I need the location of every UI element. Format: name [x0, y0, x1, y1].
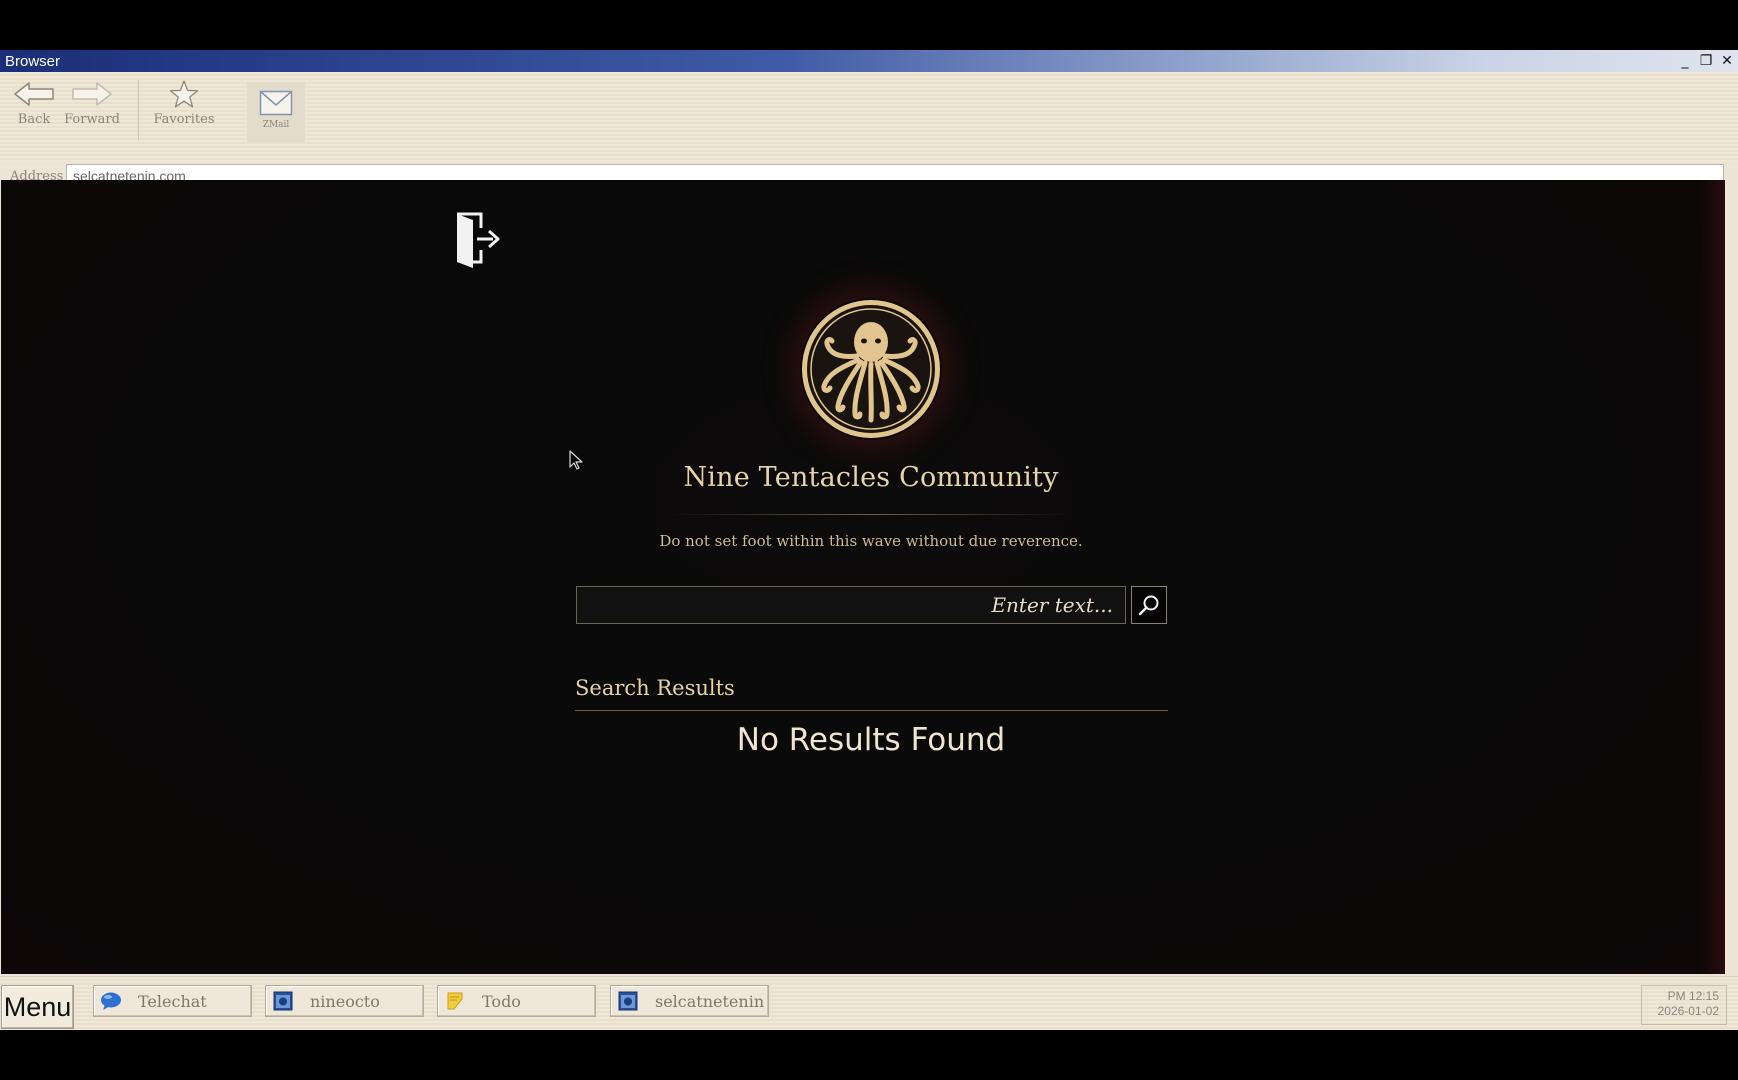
taskbar-item-telechat[interactable]: Telechat [93, 985, 252, 1017]
site-title: Nine Tentacles Community [683, 462, 1059, 493]
toolbar-separator [138, 80, 139, 140]
search-icon [1138, 595, 1159, 616]
browser-window-icon [272, 990, 294, 1012]
octopus-logo-icon [802, 300, 940, 438]
browser-window-icon [617, 990, 639, 1012]
close-button[interactable]: ✕ [1718, 52, 1736, 70]
search-button[interactable] [1131, 586, 1167, 624]
clock-date: 2026-01-02 [1657, 1004, 1719, 1018]
title-divider [671, 514, 1071, 515]
zmail-button[interactable]: ZMail [247, 82, 305, 142]
browser-window: Browser _ ❐ ✕ Back Forward Favorites ZMa… [0, 50, 1738, 1030]
screen-bottom-border [0, 1030, 1738, 1080]
window-right-edge [1725, 180, 1738, 974]
logout-button[interactable] [451, 210, 503, 272]
forward-label: Forward [64, 112, 120, 127]
search-results-heading: Search Results [575, 676, 735, 700]
search-input[interactable] [576, 586, 1126, 624]
taskbar-item-label: Telechat [138, 991, 207, 1011]
mouse-cursor [569, 450, 585, 474]
mail-envelope-icon [259, 90, 293, 116]
screen-top-border [0, 0, 1738, 50]
pointer-arrow-icon [569, 450, 583, 470]
taskbar-item-nineocto[interactable]: nineocto [265, 985, 424, 1017]
zmail-label: ZMail [262, 120, 290, 130]
restore-button[interactable]: ❐ [1697, 52, 1715, 70]
community-emblem [800, 298, 942, 440]
results-divider [575, 710, 1168, 711]
note-icon [444, 990, 466, 1012]
star-icon [169, 80, 199, 108]
taskbar-item-selcatnetenin[interactable]: selcatnetenin [610, 985, 769, 1017]
back-label: Back [17, 112, 51, 127]
web-page-content: Nine Tentacles Community Do not set foot… [1, 180, 1725, 974]
taskbar: Menu Telechat nineocto Todo selcatneteni… [0, 976, 1738, 1030]
forward-arrow-icon [72, 82, 112, 106]
site-tagline: Do not set foot within this wave without… [659, 532, 1083, 550]
clock-time: PM 12:15 [1667, 989, 1719, 1003]
taskbar-item-label: Todo [482, 991, 521, 1011]
logout-door-icon [457, 212, 500, 268]
favorites-button[interactable]: Favorites [153, 80, 215, 140]
taskbar-item-label: selcatnetenin [655, 991, 765, 1011]
back-arrow-icon [14, 82, 54, 106]
taskbar-item-todo[interactable]: Todo [437, 985, 596, 1017]
no-results-message: No Results Found [736, 722, 1006, 758]
favorites-label: Favorites [153, 112, 215, 127]
system-clock[interactable]: PM 12:15 2026-01-02 [1641, 985, 1727, 1025]
window-controls: _ ❐ ✕ [1676, 52, 1736, 70]
back-button[interactable]: Back [14, 80, 54, 140]
chat-bubble-icon [100, 990, 122, 1012]
forward-button[interactable]: Forward [64, 80, 120, 140]
start-menu-button[interactable]: Menu [1, 985, 74, 1029]
window-title: Browser [5, 52, 61, 70]
title-bar[interactable]: Browser _ ❐ ✕ [0, 50, 1738, 72]
taskbar-item-label: nineocto [310, 991, 380, 1011]
minimize-button[interactable]: _ [1676, 52, 1694, 70]
